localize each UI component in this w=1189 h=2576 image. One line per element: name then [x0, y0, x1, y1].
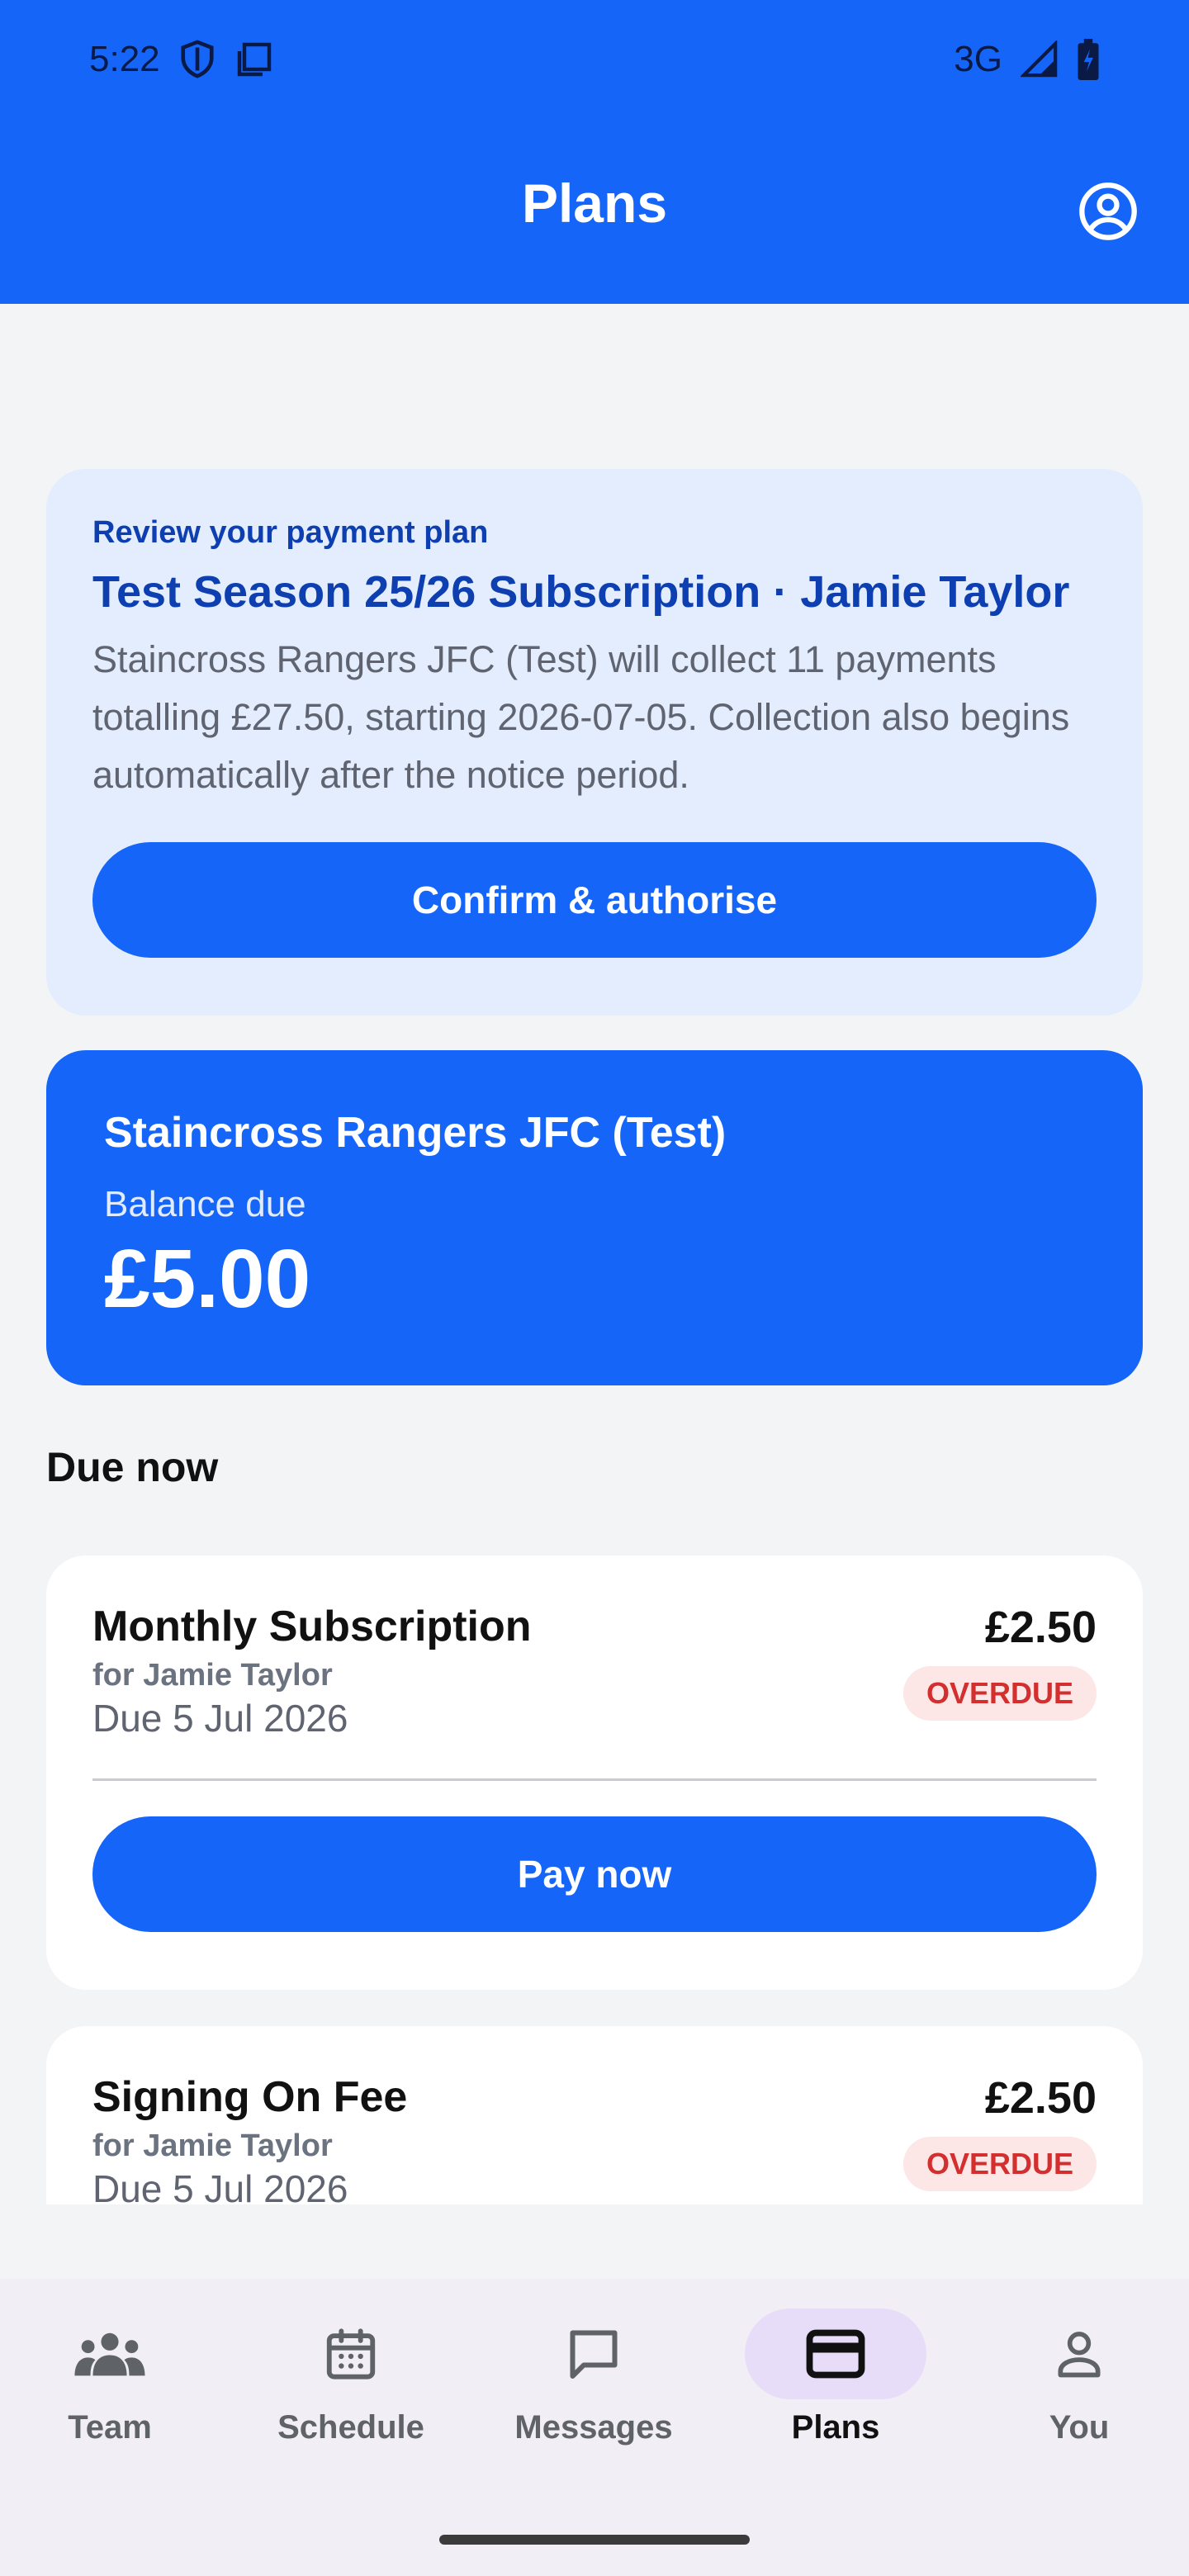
confirm-authorise-button[interactable]: Confirm & authorise — [92, 842, 1097, 958]
balance-amount: £5.00 — [104, 1233, 311, 1325]
balance-label: Balance due — [104, 1184, 306, 1224]
app-bar: 5:22 3G Plans — [0, 0, 1189, 304]
nav-item-messages[interactable]: Messages — [486, 2308, 701, 2474]
item-amount: £2.50 — [984, 2073, 1097, 2123]
message-icon — [570, 2330, 618, 2379]
nav-item-you[interactable]: You — [972, 2308, 1187, 2474]
nav-label-schedule: Schedule — [277, 2409, 424, 2446]
nav-active-indicator — [745, 2308, 926, 2399]
nav-label-team: Team — [68, 2409, 152, 2446]
balance-card: Staincross Rangers JFC (Test) Balance du… — [46, 1050, 1143, 1385]
home-indicator[interactable] — [439, 2535, 750, 2545]
battery-icon — [1077, 39, 1100, 80]
payment-item-card: Signing On Fee for Jamie Taylor Due 5 Ju… — [46, 2026, 1143, 2204]
network-type: 3G — [954, 39, 1002, 79]
divider — [92, 1778, 1097, 1781]
screenshot-icon — [234, 40, 274, 79]
item-amount: £2.50 — [984, 1603, 1097, 1652]
item-due-date: Due 5 Jul 2026 — [92, 2167, 348, 2204]
status-bar: 5:22 3G — [89, 36, 1100, 83]
item-member: for Jamie Taylor — [92, 1658, 333, 1693]
shield-icon — [178, 39, 216, 80]
nav-item-schedule[interactable]: Schedule — [244, 2308, 458, 2474]
item-name: Monthly Subscription — [92, 1603, 532, 1650]
payment-item-card: Monthly Subscription for Jamie Taylor Du… — [46, 1556, 1143, 1990]
person-icon — [1058, 2332, 1101, 2378]
plan-title: Test Season 25/26 Subscription · Jamie T… — [92, 567, 1070, 617]
club-name: Staincross Rangers JFC (Test) — [104, 1109, 727, 1157]
nav-label-plans: Plans — [791, 2409, 880, 2446]
account-button[interactable] — [1077, 180, 1139, 243]
account-circle-icon — [1079, 182, 1137, 240]
card-icon — [806, 2329, 865, 2379]
nav-item-team[interactable]: Team — [2, 2308, 217, 2474]
content-scroll[interactable]: Review your payment plan Test Season 25/… — [0, 304, 1189, 2204]
team-icon — [74, 2332, 145, 2376]
bottom-navigation: Team Schedule Messages Plans You — [0, 2279, 1189, 2576]
page-title: Plans — [521, 173, 668, 234]
review-plan-card: Review your payment plan Test Season 25/… — [46, 469, 1143, 1016]
item-name: Signing On Fee — [92, 2073, 408, 2121]
signal-icon — [1021, 40, 1059, 78]
due-now-heading: Due now — [46, 1444, 219, 1490]
nav-label-messages: Messages — [514, 2409, 673, 2446]
nav-item-plans[interactable]: Plans — [728, 2308, 943, 2474]
item-due-date: Due 5 Jul 2026 — [92, 1697, 348, 1740]
overdue-badge: OVERDUE — [902, 1666, 1097, 1721]
item-member: for Jamie Taylor — [92, 2129, 333, 2163]
nav-label-you: You — [1049, 2409, 1110, 2446]
pay-now-button[interactable]: Pay now — [92, 1816, 1097, 1932]
status-time: 5:22 — [89, 39, 160, 79]
overdue-badge: OVERDUE — [902, 2137, 1097, 2191]
review-kicker: Review your payment plan — [92, 515, 489, 550]
calendar-icon — [326, 2328, 376, 2379]
plan-description: Staincross Rangers JFC (Test) will colle… — [92, 638, 1070, 796]
